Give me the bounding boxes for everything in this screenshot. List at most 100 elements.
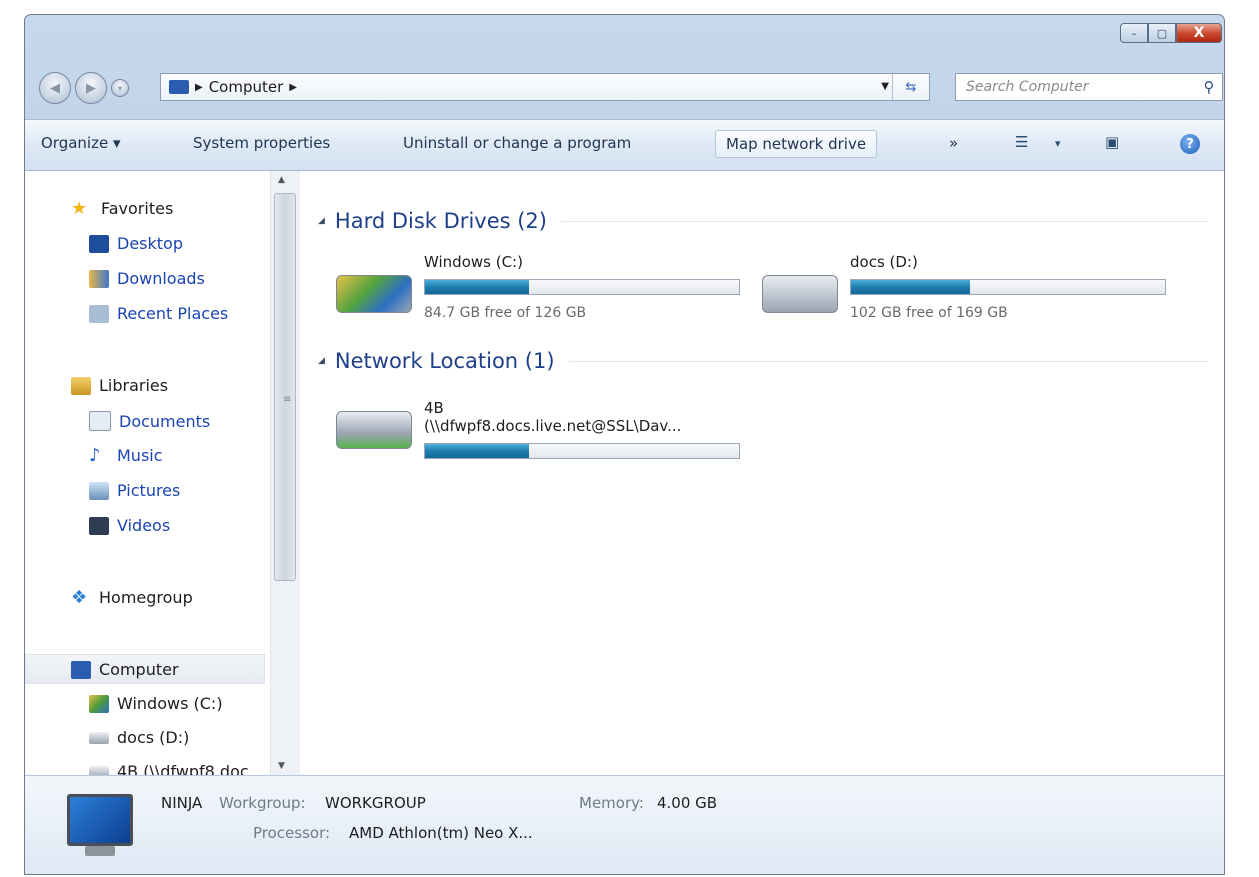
breadcrumb-computer[interactable]: Computer [209,78,284,96]
nav-scrollbar[interactable]: ▲ ≡ ▼ [270,171,300,775]
close-button[interactable]: X [1176,23,1222,43]
recent-pages-button[interactable]: ▾ [111,79,129,97]
nav-recent-places[interactable]: Recent Places [89,304,228,323]
details-pane: NINJA Workgroup: WORKGROUP Memory: 4.00 … [25,775,1224,874]
back-button[interactable]: ◀ [39,72,71,104]
nav-desktop[interactable]: Desktop [89,234,183,253]
network-drive-icon [336,411,412,449]
nav-downloads[interactable]: Downloads [89,269,205,288]
usage-bar [850,279,1166,295]
usage-fill [425,280,529,294]
windows-drive-icon [336,275,412,313]
nav-favorites[interactable]: ★ Favorites [71,199,173,218]
usage-bar [424,443,740,459]
drive-name: Windows (C:) [424,253,523,271]
collapse-icon[interactable]: ◢ [318,356,325,366]
scroll-down-icon[interactable]: ▼ [278,761,285,771]
maximize-button[interactable]: ▢ [1148,23,1176,43]
views-icon[interactable]: ☰ [1015,133,1028,151]
memory-label: Memory: [579,794,644,812]
computer-name: NINJA [161,794,203,812]
map-network-drive-button[interactable]: Map network drive [715,130,878,158]
network-location-4b[interactable]: 4B (\\dfwpf8.docs.live.net@SSL\Dav... [336,399,756,479]
address-dropdown-icon[interactable]: ▼ [881,81,889,92]
help-icon[interactable]: ? [1180,134,1200,154]
nav-computer-label: Computer [99,660,179,679]
divider [568,360,1208,362]
explorer-window: – ▢ X ◀ ▶ ▾ ▶ Computer ▶ ▼ ⇆ ⚲ [24,14,1225,875]
drive-free-space: 84.7 GB free of 126 GB [424,305,587,321]
back-arrow-icon: ◀ [50,80,60,96]
refresh-button[interactable]: ⇆ [892,74,929,100]
nav-recent-label: Recent Places [117,304,229,323]
drive-windows-c[interactable]: Windows (C:) 84.7 GB free of 126 GB [336,253,756,333]
drive-docs-d[interactable]: docs (D:) 102 GB free of 169 GB [762,253,1182,333]
nav-network-4b-label: 4B (\\dfwpf8.doc [117,762,249,775]
preview-pane-icon[interactable]: ▣ [1105,133,1119,151]
documents-icon [89,411,111,431]
organize-menu[interactable]: Organize ▾ [41,134,121,152]
usage-fill [425,444,529,458]
nav-windows-c-label: Windows (C:) [117,694,223,713]
breadcrumb-separator-icon[interactable]: ▶ [195,82,203,93]
nav-favorites-label: Favorites [101,199,174,218]
nav-music-label: Music [117,446,163,465]
nav-homegroup[interactable]: ❖ Homegroup [71,588,193,607]
computer-stand [85,846,115,856]
nav-documents[interactable]: Documents [89,411,210,431]
windows-drive-icon [89,694,109,713]
content-pane: ◢ Hard Disk Drives (2) Windows (C:) 84.7… [300,171,1224,775]
forward-button[interactable]: ▶ [75,72,107,104]
uninstall-program-button[interactable]: Uninstall or change a program [403,134,631,152]
breadcrumb-separator-icon[interactable]: ▶ [289,82,297,93]
scroll-thumb[interactable]: ≡ [274,193,296,581]
network-path: (\\dfwpf8.docs.live.net@SSL\Dav... [424,417,682,435]
nav-network-4b[interactable]: 4B (\\dfwpf8.doc [89,762,249,775]
nav-music[interactable]: ♪ Music [89,446,163,465]
nav-libraries-label: Libraries [99,376,169,395]
minimize-button[interactable]: – [1120,23,1148,43]
address-bar[interactable]: ▶ Computer ▶ ▼ ⇆ [160,73,930,101]
computer-icon [67,794,133,846]
group-title-hdd: Hard Disk Drives (2) [334,209,547,233]
collapse-icon[interactable]: ◢ [318,216,325,226]
hard-drive-icon [762,275,838,313]
star-icon: ★ [71,197,88,219]
nav-pictures-label: Pictures [117,481,181,500]
navigation-pane: ★ Favorites Desktop Downloads Recent Pla… [25,171,300,775]
processor-value: AMD Athlon(tm) Neo X... [349,824,533,842]
computer-icon [169,80,189,94]
scroll-up-icon[interactable]: ▲ [278,175,285,185]
network-name: 4B [424,399,444,417]
search-box[interactable]: ⚲ [955,73,1223,101]
window-controls: – ▢ X [1120,23,1222,43]
views-dropdown-icon[interactable]: ▾ [1055,137,1061,150]
title-bar[interactable]: – ▢ X [25,15,1224,61]
nav-computer[interactable]: Computer [71,660,179,679]
command-bar: Organize ▾ System properties Uninstall o… [25,119,1224,171]
overflow-chevron-icon[interactable]: » [949,134,958,152]
workgroup-value: WORKGROUP [325,794,426,812]
nav-docs-d[interactable]: docs (D:) [89,728,189,747]
group-header-network[interactable]: ◢ Network Location (1) [318,349,1208,373]
recent-places-icon [89,304,109,323]
homegroup-icon: ❖ [71,586,88,608]
search-input[interactable] [964,78,1196,96]
memory-value: 4.00 GB [657,794,718,812]
nav-libraries[interactable]: Libraries [71,376,168,395]
nav-downloads-label: Downloads [117,269,205,288]
usage-bar [424,279,740,295]
desktop-icon [89,234,109,253]
nav-videos[interactable]: Videos [89,516,170,535]
pictures-icon [89,481,109,500]
nav-pictures[interactable]: Pictures [89,481,180,500]
nav-desktop-label: Desktop [117,234,183,253]
drive-free-space: 102 GB free of 169 GB [850,305,1008,321]
refresh-icon: ⇆ [905,79,917,95]
network-drive-icon [89,765,109,775]
workgroup-label: Workgroup: [219,794,306,812]
nav-windows-c[interactable]: Windows (C:) [89,694,223,713]
system-properties-button[interactable]: System properties [193,134,330,152]
group-header-hdd[interactable]: ◢ Hard Disk Drives (2) [318,209,1208,233]
search-icon[interactable]: ⚲ [1196,78,1222,96]
